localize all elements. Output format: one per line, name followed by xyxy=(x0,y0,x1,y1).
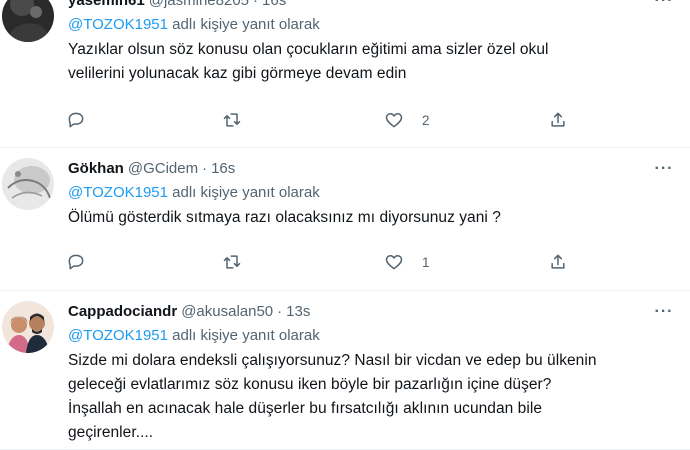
more-icon[interactable]: ··· xyxy=(652,160,676,180)
tweet-text-line: geçirenler.... xyxy=(68,424,154,441)
share-button[interactable] xyxy=(548,250,568,274)
tweet-text: Ölümü gösterdik sıtmaya razı olacaksınız… xyxy=(68,206,680,230)
reply-button[interactable] xyxy=(66,250,86,274)
tweet-text-line: geleceği evlatlarımız söz konusu iken bö… xyxy=(68,376,552,393)
like-icon xyxy=(385,113,403,128)
retweet-icon xyxy=(223,113,241,127)
avatar-image xyxy=(2,158,54,210)
tweet-text-line: İnşallah en acınacak hale düşerler bu fı… xyxy=(68,400,543,417)
reply-context: @TOZOK1951 adlı kişiye yanıt olarak xyxy=(68,14,680,36)
retweet-button[interactable] xyxy=(222,250,242,274)
separator-dot: · xyxy=(202,159,208,177)
user-handle[interactable]: @jasmine8205 xyxy=(149,0,249,9)
mention-link[interactable]: @TOZOK1951 xyxy=(68,16,168,33)
tweet-header: Gökhan @GCidem · 16s xyxy=(68,158,680,178)
like-button[interactable]: 2 xyxy=(384,108,430,132)
tweet-1[interactable]: yasemin61 @jasmine8205 · 16s @TOZOK1951 … xyxy=(0,0,690,148)
avatar[interactable] xyxy=(2,158,54,210)
avatar-image xyxy=(2,0,54,42)
tweet-text: Sizde mi dolara endeksli çalışıyorsunuz?… xyxy=(68,349,680,445)
tweet-header: Cappadociandr @akusalan50 · 13s xyxy=(68,301,680,321)
retweet-button[interactable] xyxy=(222,108,242,132)
reply-icon xyxy=(68,112,84,128)
tweet-text-line: Sizde mi dolara endeksli çalışıyorsunuz?… xyxy=(68,352,597,369)
user-handle[interactable]: @akusalan50 xyxy=(181,303,273,320)
more-icon[interactable]: ··· xyxy=(652,0,676,12)
reply-context-label: adlı kişiye yanıt olarak xyxy=(168,184,320,201)
tweet-actions: 2 xyxy=(66,108,586,132)
display-name[interactable]: Gökhan xyxy=(68,160,124,177)
reply-context-label: adlı kişiye yanıt olarak xyxy=(168,16,320,33)
timestamp[interactable]: 16s xyxy=(262,0,286,9)
avatar-image xyxy=(2,301,54,353)
more-icon[interactable]: ··· xyxy=(652,303,676,323)
tweet-header: yasemin61 @jasmine8205 · 16s xyxy=(68,0,680,10)
share-icon xyxy=(551,112,565,127)
reply-context: @TOZOK1951 adlı kişiye yanıt olarak xyxy=(68,182,680,204)
avatar[interactable] xyxy=(2,0,54,42)
tweet-actions: 1 xyxy=(66,250,586,274)
share-icon xyxy=(551,254,565,269)
separator-dot: · xyxy=(277,302,283,320)
tweet-3[interactable]: Cappadociandr @akusalan50 · 13s @TOZOK19… xyxy=(0,291,690,450)
avatar[interactable] xyxy=(2,301,54,353)
display-name[interactable]: yasemin61 xyxy=(68,0,145,9)
like-icon xyxy=(385,255,403,270)
like-count: 2 xyxy=(422,112,430,128)
reply-context-label: adlı kişiye yanıt olarak xyxy=(168,327,320,344)
separator-dot: · xyxy=(253,0,259,9)
timestamp[interactable]: 16s xyxy=(211,160,235,177)
tweet-text-line: Ölümü gösterdik sıtmaya razı olacaksınız… xyxy=(68,209,501,226)
share-button[interactable] xyxy=(548,108,568,132)
tweet-text-line: velilerini yolunacak kaz gibi görmeye de… xyxy=(68,65,407,82)
retweet-icon xyxy=(223,255,241,269)
reply-icon xyxy=(68,254,84,270)
mention-link[interactable]: @TOZOK1951 xyxy=(68,327,168,344)
tweet-text: Yazıklar olsun söz konusu olan çocukları… xyxy=(68,38,680,86)
timestamp[interactable]: 13s xyxy=(286,303,310,320)
user-handle[interactable]: @GCidem xyxy=(128,160,198,177)
like-count: 1 xyxy=(422,254,430,270)
tweet-text-line: Yazıklar olsun söz konusu olan çocukları… xyxy=(68,41,549,58)
display-name[interactable]: Cappadociandr xyxy=(68,303,177,320)
tweet-2[interactable]: Gökhan @GCidem · 16s @TOZOK1951 adlı kiş… xyxy=(0,148,690,291)
reply-button[interactable] xyxy=(66,108,86,132)
reply-context: @TOZOK1951 adlı kişiye yanıt olarak xyxy=(68,325,680,347)
mention-link[interactable]: @TOZOK1951 xyxy=(68,184,168,201)
like-button[interactable]: 1 xyxy=(384,250,430,274)
